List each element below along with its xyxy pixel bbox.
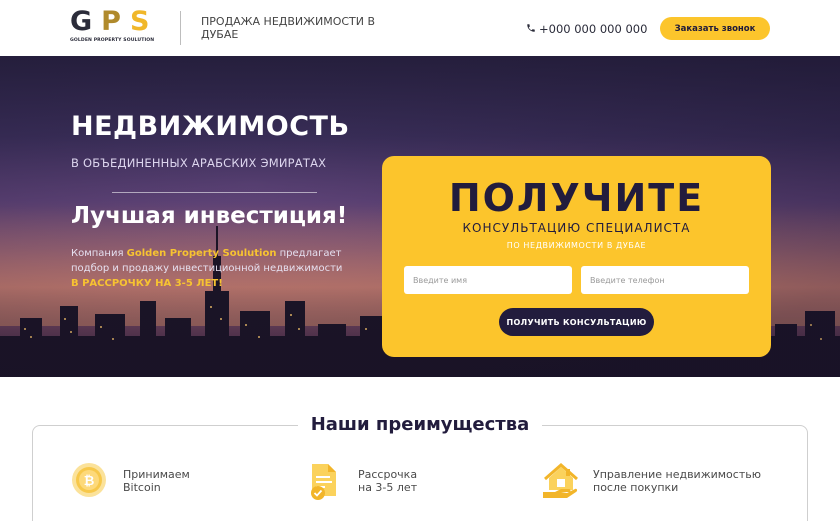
form-title: ПОЛУЧИТЕ: [448, 176, 705, 220]
advantages-title-wrap: Наши преимущества: [298, 412, 542, 438]
advantage-item-management: Управление недвижимостью после покупки: [541, 462, 801, 502]
advantage-line2: после покупки: [593, 481, 679, 494]
callback-button[interactable]: Заказать звонок: [660, 17, 770, 40]
advantage-item-installment: Рассрочка на 3-5 лет: [306, 462, 506, 502]
svg-text:₿: ₿: [84, 474, 95, 489]
site-header: GPS GOLDEN PROPERTY SOULUTION ПРОДАЖА НЕ…: [0, 0, 840, 56]
advantage-text: Рассрочка на 3-5 лет: [358, 468, 417, 494]
header-tagline: ПРОДАЖА НЕДВИЖИМОСТИ В ДУБАЕ: [201, 15, 376, 41]
header-phone[interactable]: +000 000 000 000: [526, 22, 647, 36]
gps-logo[interactable]: GPS GOLDEN PROPERTY SOULUTION: [70, 6, 166, 46]
header-divider: [180, 11, 181, 45]
logo-subtitle: GOLDEN PROPERTY SOULUTION: [70, 38, 155, 43]
form-subtitle-2: ПО НЕДВИЖИМОСТИ В ДУБАЕ: [506, 241, 647, 250]
logo-letters: GPS: [70, 6, 159, 37]
hero-desc-company: Golden Property Soulution: [126, 248, 277, 259]
advantages-title: Наши преимущества: [310, 414, 530, 435]
hero-title: НЕДВИЖИМОСТЬ: [71, 111, 350, 142]
document-check-icon: [311, 464, 336, 500]
phone-input[interactable]: [581, 266, 749, 294]
hero-headline: Лучшая инвестиция!: [71, 203, 348, 229]
advantage-line1: Принимаем: [123, 468, 190, 481]
house-hand-icon: [543, 463, 578, 498]
phone-icon: [527, 24, 535, 32]
name-input[interactable]: [404, 266, 572, 294]
hero-description: Компания Golden Property Soulution предл…: [71, 246, 371, 276]
consultation-form: ПОЛУЧИТЕ КОНСУЛЬТАЦИЮ СПЕЦИАЛИСТА ПО НЕД…: [382, 156, 771, 357]
phone-number: +000 000 000 000: [539, 22, 648, 36]
advantage-item-bitcoin: ₿ Принимаем Bitcoin: [71, 462, 271, 502]
advantage-line2: на 3-5 лет: [358, 481, 418, 494]
hero-desc-prefix: Компания: [71, 248, 127, 259]
hero-divider: [112, 192, 317, 193]
advantage-line2: Bitcoin: [123, 481, 161, 494]
hero-installment: В РАССРОЧКУ НА 3-5 ЛЕТ!: [71, 278, 223, 289]
advantage-text: Управление недвижимостью после покупки: [593, 468, 761, 494]
advantage-line1: Управление недвижимостью: [593, 468, 761, 481]
hero-section: НЕДВИЖИМОСТЬ В ОБЪЕДИНЕННЫХ АРАБСКИХ ЭМИ…: [0, 56, 840, 377]
bitcoin-icon: ₿: [72, 463, 106, 497]
form-subtitle: КОНСУЛЬТАЦИЮ СПЕЦИАЛИСТА: [462, 221, 691, 235]
advantage-line1: Рассрочка: [358, 468, 418, 481]
advantage-text: Принимаем Bitcoin: [123, 468, 190, 494]
hero-subtitle: В ОБЪЕДИНЕННЫХ АРАБСКИХ ЭМИРАТАХ: [71, 156, 327, 170]
get-consultation-button[interactable]: ПОЛУЧИТЬ КОНСУЛЬТАЦИЮ: [499, 308, 654, 336]
